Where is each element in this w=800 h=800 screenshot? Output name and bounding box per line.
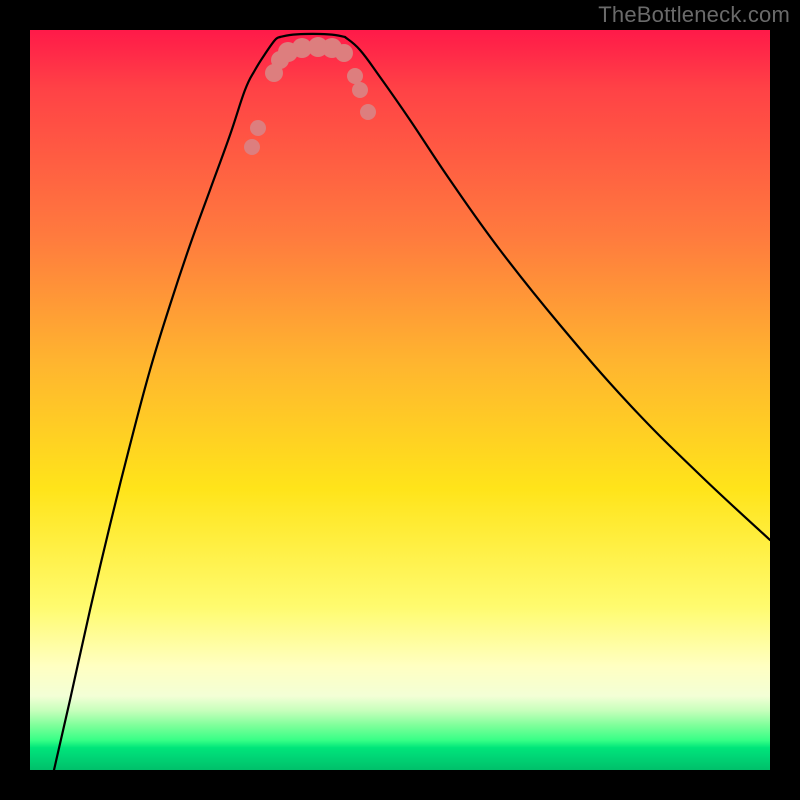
chart-marker [335,44,353,62]
watermark-label: TheBottleneck.com [598,2,790,28]
curve-right [345,37,770,540]
curve-floor [280,34,345,37]
chart-marker [360,104,376,120]
chart-frame: TheBottleneck.com [0,0,800,800]
chart-marker [352,82,368,98]
chart-marker [244,139,260,155]
chart-svg [30,30,770,770]
chart-marker [347,68,363,84]
chart-marker [250,120,266,136]
chart-plot-area [30,30,770,770]
